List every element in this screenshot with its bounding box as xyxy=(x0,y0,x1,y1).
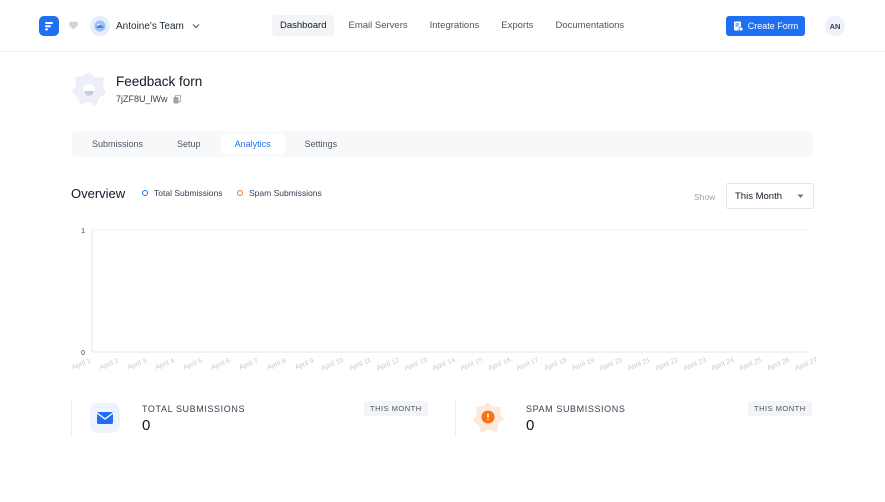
x-tick-label: April 11 xyxy=(348,357,372,372)
x-tick-label: April 21 xyxy=(627,357,652,372)
x-tick-label: April 6 xyxy=(210,358,231,372)
x-tick-label: April 19 xyxy=(571,357,596,372)
nav-documentations[interactable]: Documentations xyxy=(547,15,632,36)
x-tick-label: April 7 xyxy=(238,358,259,372)
main-nav: Dashboard Email Servers Integrations Exp… xyxy=(272,15,638,36)
x-tick-label: April 27 xyxy=(794,357,819,372)
form-title: Feedback forn xyxy=(116,74,203,89)
spam-submissions-period-badge[interactable]: THIS MONTH xyxy=(748,401,812,416)
overview-title: Overview xyxy=(71,186,126,201)
x-tick-label: April 25 xyxy=(738,357,763,372)
x-tick-label: April 1 xyxy=(71,358,92,372)
x-tick-label: April 5 xyxy=(182,358,203,372)
legend-total-label: Total Submissions xyxy=(154,188,223,198)
x-tick-label: April 23 xyxy=(683,357,708,372)
team-switcher[interactable]: Antoine's Team xyxy=(90,15,200,37)
nav-email-servers[interactable]: Email Servers xyxy=(340,15,415,36)
x-tick-label: April 16 xyxy=(487,357,512,372)
tab-analytics[interactable]: Analytics xyxy=(220,134,285,154)
x-tick-label: April 20 xyxy=(599,357,624,372)
user-avatar[interactable]: AN xyxy=(825,16,845,36)
x-tick-label: April 8 xyxy=(266,358,287,372)
heart-icon[interactable] xyxy=(68,20,79,31)
legend-total-dot xyxy=(142,190,148,196)
team-avatar-icon xyxy=(90,16,110,36)
top-navbar: Antoine's Team Dashboard Email Servers I… xyxy=(0,0,885,52)
y-tick-label: 1 xyxy=(81,228,85,235)
x-tick-label: April 22 xyxy=(655,357,680,372)
legend-spam-label: Spam Submissions xyxy=(249,188,322,198)
x-tick-label: April 4 xyxy=(155,358,176,372)
x-tick-label: April 3 xyxy=(127,358,148,372)
x-tick-label: April 17 xyxy=(515,357,540,372)
chevron-down-icon xyxy=(797,194,804,198)
x-tick-label: April 10 xyxy=(320,357,345,372)
x-tick-label: April 24 xyxy=(710,357,735,372)
x-tick-label: April 14 xyxy=(432,357,457,372)
nav-dashboard[interactable]: Dashboard xyxy=(272,15,335,36)
spam-submissions-label: SPAM SUBMISSIONS xyxy=(526,404,626,414)
card-left-divider xyxy=(71,400,72,436)
show-label: Show xyxy=(694,192,716,202)
x-tick-label: April 18 xyxy=(543,357,568,372)
legend-spam-dot xyxy=(237,190,243,196)
form-id: 7jZF8U_lWw xyxy=(116,94,168,104)
nav-exports[interactable]: Exports xyxy=(493,15,541,36)
legend-total[interactable]: Total Submissions xyxy=(142,188,223,198)
copy-icon[interactable] xyxy=(173,94,181,104)
spam-submissions-value: 0 xyxy=(526,417,535,434)
x-tick-label: April 15 xyxy=(460,357,485,372)
y-tick-label: 0 xyxy=(81,350,85,357)
x-tick-label: April 13 xyxy=(404,357,429,372)
x-tick-label: April 9 xyxy=(294,358,315,372)
tab-setup[interactable]: Setup xyxy=(163,134,215,154)
total-submissions-value: 0 xyxy=(142,417,151,434)
nav-integrations[interactable]: Integrations xyxy=(422,15,488,36)
form-badge-icon xyxy=(72,72,106,106)
form-id-row: 7jZF8U_lWw xyxy=(116,94,181,104)
team-name: Antoine's Team xyxy=(116,20,184,32)
envelope-icon xyxy=(90,403,120,433)
form-add-icon xyxy=(733,21,743,31)
create-form-button[interactable]: Create Form xyxy=(726,16,805,36)
chevron-down-icon xyxy=(192,24,200,29)
total-submissions-label: TOTAL SUBMISSIONS xyxy=(142,404,246,414)
tab-settings[interactable]: Settings xyxy=(291,134,352,154)
legend-spam[interactable]: Spam Submissions xyxy=(237,188,322,198)
x-tick-label: April 12 xyxy=(376,357,401,372)
tab-submissions[interactable]: Submissions xyxy=(78,134,157,154)
alert-icon xyxy=(473,402,504,433)
total-submissions-period-badge[interactable]: THIS MONTH xyxy=(364,401,428,416)
card-divider xyxy=(455,400,456,436)
app-logo-icon[interactable] xyxy=(39,16,59,36)
create-form-label: Create Form xyxy=(747,21,799,31)
form-tabs: Submissions Setup Analytics Settings xyxy=(72,131,813,157)
period-select-value: This Month xyxy=(735,190,782,202)
x-tick-label: April 2 xyxy=(99,358,120,372)
period-select[interactable]: This Month xyxy=(726,183,814,209)
x-tick-label: April 26 xyxy=(766,357,791,372)
